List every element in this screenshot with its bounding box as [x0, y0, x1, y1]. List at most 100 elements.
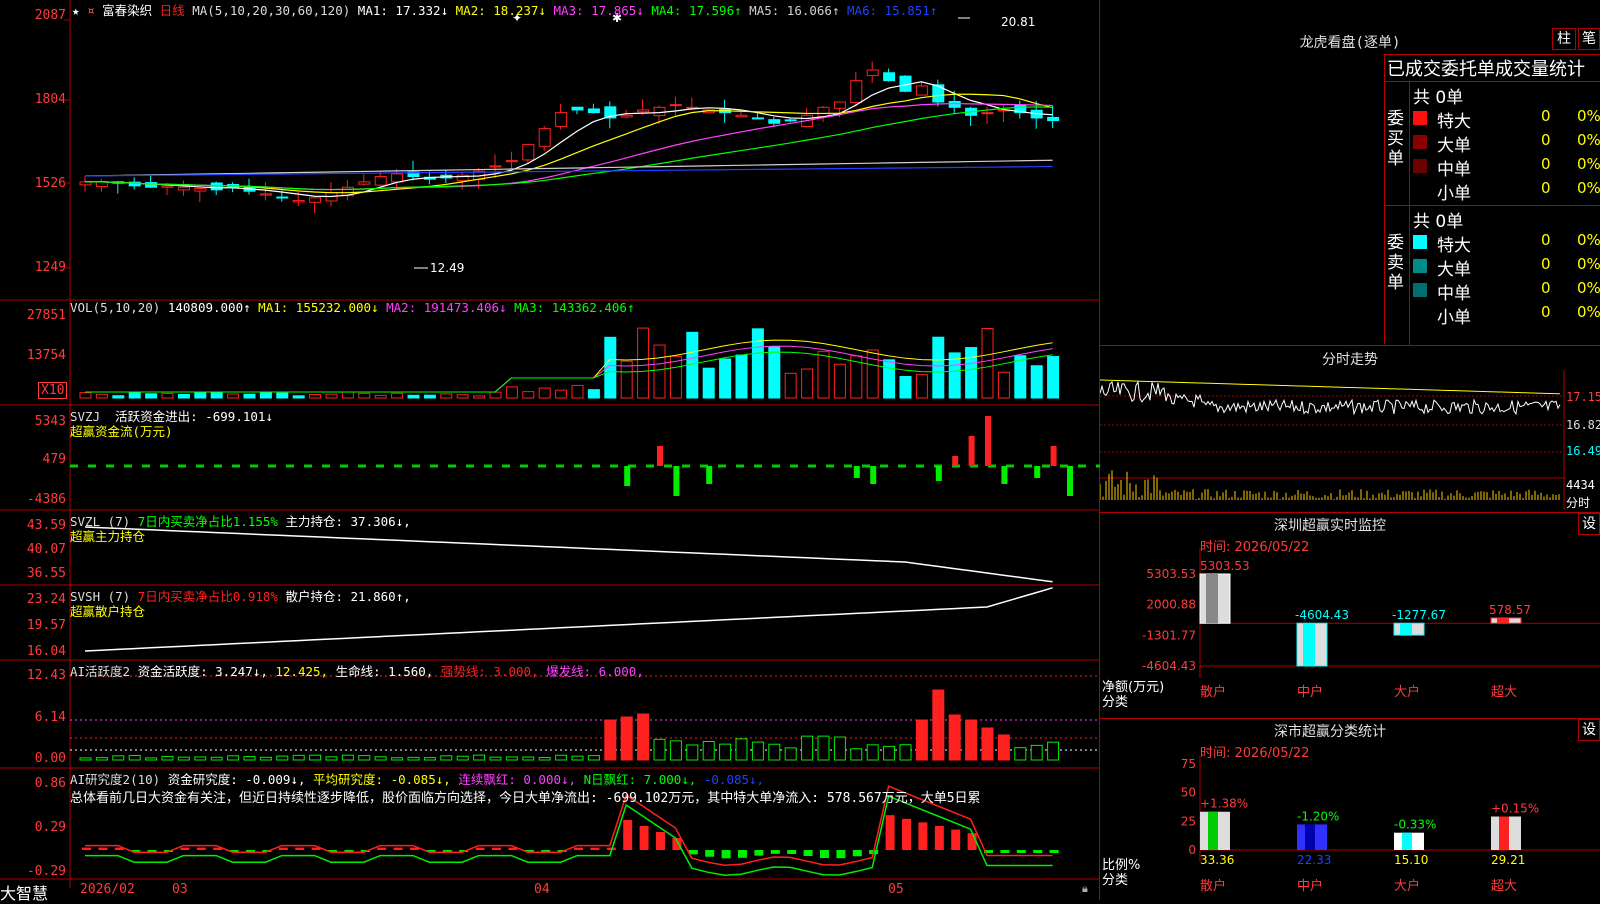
volume-bar — [522, 391, 535, 399]
monitor-axis-label-2: 分类 — [1102, 695, 1129, 710]
intraday-vol-unit: 分时 — [1566, 496, 1591, 510]
ai2-bar — [391, 757, 404, 761]
xaxis-label: 03 — [172, 882, 188, 897]
volume-bar — [801, 368, 814, 399]
ma1-value: MA1: 17.332↓ — [357, 3, 449, 18]
ai3-bar — [295, 847, 305, 850]
order-row: 小单 0 0% — [1411, 179, 1600, 204]
order-count: 0 — [1541, 131, 1551, 149]
candle-body — [784, 119, 797, 122]
monitor-settings-button[interactable]: 设 — [1578, 513, 1600, 535]
period-label[interactable]: 日线 — [160, 3, 185, 18]
ai3-header: AI研究度2(10) 资金研究度: -0.009↓, 平均研究度: -0.085… — [70, 769, 764, 788]
candle-body — [538, 128, 551, 147]
monitor-bar — [1296, 622, 1328, 667]
order-size-label: 小单 — [1437, 308, 1471, 328]
volume-bar — [735, 354, 748, 399]
svzj-ytick: -4386 — [26, 492, 66, 507]
svzj-bar — [870, 466, 877, 484]
classify-change: -0.33% — [1394, 818, 1436, 832]
ai3-continuous: 连续飘红: 0.000↓, — [458, 772, 577, 787]
svzj-bar — [985, 416, 991, 466]
ai3-bar — [278, 847, 288, 850]
volume-bar — [1014, 355, 1027, 399]
intraday-chart[interactable] — [1100, 370, 1600, 510]
ma5-value: MA5: 16.066↑ — [749, 3, 840, 18]
candle-body — [522, 144, 535, 161]
ai2-bar — [702, 740, 715, 761]
ai2-bar — [423, 757, 436, 761]
classify-ytick: 25 — [1181, 814, 1196, 828]
ai3-bar — [98, 847, 108, 850]
monitor-title: 深圳超赢实时监控 — [1274, 518, 1386, 534]
brand-logo[interactable]: 大智慧 — [0, 880, 48, 904]
ai2-bar — [440, 755, 453, 761]
order-color-swatch — [1413, 111, 1427, 125]
ai2-lifeline: 生命线: 1.560, — [335, 664, 434, 679]
monitor-ytick: -4604.43 — [1142, 659, 1196, 673]
volume-bar — [161, 392, 174, 399]
ai2-bar — [997, 734, 1010, 761]
ai3-bar — [574, 847, 583, 850]
ai2-strong-line: 强势线: 3.000, — [440, 664, 539, 679]
candle-body — [637, 109, 650, 113]
sell-side-label: 委卖单 — [1387, 233, 1404, 293]
ai2-bar — [227, 755, 240, 761]
classify-bar — [1394, 832, 1424, 850]
ai3-bar — [623, 820, 633, 850]
volume-bar — [489, 391, 502, 399]
volume-bar — [177, 393, 190, 399]
ai2-bar — [79, 757, 92, 761]
monitor-category: 超大 — [1491, 685, 1517, 700]
monitor-chart[interactable]: 5303.532000.88-1301.77-4604.435303.53散户-… — [1100, 548, 1600, 718]
classify-chart[interactable]: 75 50 25 0 +1.38% 33.36 散户 -1.20% 22.33 中户 -0.33% 1… — [1100, 756, 1600, 900]
monitor-axis-label: 净额(万元) 分类 — [1102, 680, 1164, 710]
ai2-bar — [341, 754, 354, 761]
ai3-bar — [721, 850, 731, 859]
star-icon[interactable]: ★ — [72, 3, 80, 18]
svzl-hold: 主力持仓: 37.306↓, — [285, 514, 411, 529]
volume-bar — [768, 346, 781, 399]
candle-body — [866, 69, 879, 77]
xaxis-label: 04 — [534, 882, 550, 897]
bar-view-button[interactable]: 柱 — [1552, 28, 1576, 50]
ai2-bar — [292, 754, 305, 761]
candle-body — [276, 196, 289, 199]
volume-bar — [358, 392, 371, 399]
svsh-ytick: 19.57 — [26, 618, 66, 633]
vol-header: VOL(5,10,20) 140809.000↑ MA1: 155232.000… — [70, 300, 635, 315]
ai2-bar — [1047, 741, 1060, 761]
classify-value: 33.36 — [1200, 853, 1234, 867]
ai2-bar — [522, 756, 535, 761]
dragon-title: 龙虎看盘(逐单) — [1299, 35, 1401, 51]
classify-axis-label-2: 分类 — [1102, 873, 1129, 888]
classify-change: -1.20% — [1297, 809, 1339, 823]
candle-body — [555, 112, 568, 127]
order-stats-header: 已成交委托单成交量统计 — [1387, 59, 1585, 80]
main-chart-panel[interactable]: ★ ¤ 富春染织 日线 MA(5,10,20,30,60,120) MA1: 1… — [0, 0, 1100, 903]
tick-view-button[interactable]: 笔 — [1578, 28, 1600, 50]
monitor-category: 大户 — [1394, 684, 1420, 700]
vol-value: 140809.000↑ — [167, 300, 251, 315]
monitor-bar — [1393, 622, 1425, 636]
ai2-value2: 12.425, — [275, 664, 329, 679]
ai2-bar — [555, 754, 568, 761]
volume-bar — [637, 327, 650, 399]
classify-ytick: 50 — [1181, 786, 1196, 800]
ai2-bar — [276, 755, 289, 761]
kline-svg[interactable]: 20.81 12.49 ✦ ✱ — [0, 0, 1100, 900]
volume-bar — [194, 392, 207, 399]
svsh-hold: 散户持仓: 21.860↑, — [285, 589, 411, 604]
volume-bar — [1047, 356, 1060, 399]
classify-settings-button[interactable]: 设 — [1578, 719, 1600, 741]
vol-unit-badge[interactable]: X10 — [38, 382, 68, 399]
volume-bar — [79, 392, 92, 399]
ai3-bar — [918, 822, 928, 850]
monitor-value-label: -4604.43 — [1295, 608, 1349, 622]
right-panel: 龙虎看盘(逐单) 柱 笔 已成交委托单成交量统计 委买单 委卖单 共 0单 共 … — [1100, 0, 1600, 900]
ai2-bar — [177, 756, 190, 761]
order-count: 0 — [1541, 303, 1551, 321]
classify-category: 超大 — [1491, 879, 1517, 894]
volume-bar — [883, 359, 896, 399]
lock-icon[interactable]: 🔒︎ — [1082, 882, 1088, 896]
